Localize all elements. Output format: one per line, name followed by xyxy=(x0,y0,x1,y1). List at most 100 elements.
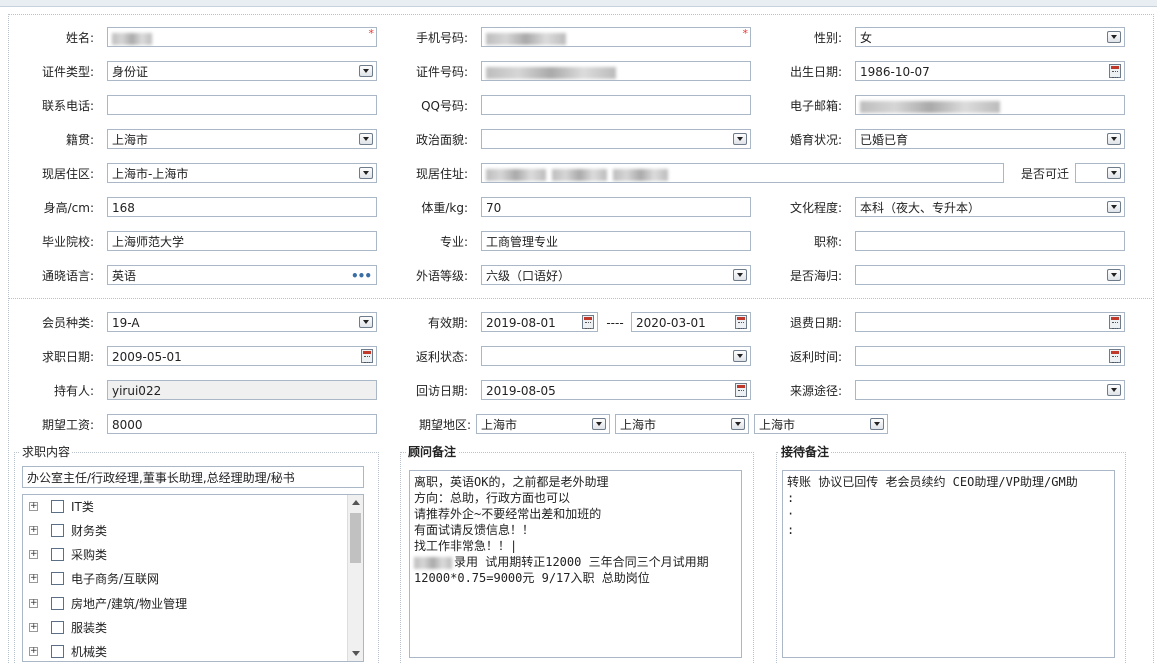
calendar-icon[interactable] xyxy=(735,383,747,397)
overseas-select[interactable] xyxy=(855,265,1125,285)
dropdown-arrow-icon[interactable] xyxy=(733,133,747,145)
name-input[interactable]: * xyxy=(107,27,377,47)
area-select-1[interactable]: 上海市 xyxy=(476,414,610,434)
area-select-2[interactable]: 上海市 xyxy=(615,414,749,434)
idtype-select[interactable]: 身份证 xyxy=(107,61,377,81)
dropdown-arrow-icon[interactable] xyxy=(1107,269,1121,281)
dropdown-arrow-icon[interactable] xyxy=(359,133,373,145)
checkbox[interactable] xyxy=(51,548,64,561)
area-select-3[interactable]: 上海市 xyxy=(754,414,888,434)
residence-select[interactable]: 上海市-上海市 xyxy=(107,163,377,183)
calendar-icon[interactable] xyxy=(1109,315,1121,329)
calendar-icon[interactable] xyxy=(361,349,373,363)
calendar-icon[interactable] xyxy=(1109,64,1121,78)
language-input[interactable]: 英语 ••• xyxy=(107,265,377,285)
source-select[interactable] xyxy=(855,380,1125,400)
education-label: 文化程度: xyxy=(789,201,842,215)
expand-icon[interactable]: + xyxy=(29,574,38,583)
dropdown-arrow-icon[interactable] xyxy=(731,418,745,430)
dropdown-arrow-icon[interactable] xyxy=(1107,31,1121,43)
advisor-notes-textarea[interactable]: 离职，英语OK的，之前都是老外助理 方向：总助，行政方面也可以 请推荐外企~不要经常… xyxy=(409,470,742,658)
salary-input[interactable]: 8000 xyxy=(107,414,377,434)
phone-input[interactable]: * xyxy=(481,27,751,47)
tree-scrollbar[interactable] xyxy=(347,495,363,661)
job-date-input[interactable]: 2009-05-01 xyxy=(107,346,377,366)
major-label: 专业: xyxy=(439,235,468,249)
scroll-up-icon[interactable] xyxy=(352,500,360,505)
dropdown-arrow-icon[interactable] xyxy=(733,350,747,362)
redacted-text xyxy=(613,168,668,181)
visit-date-input[interactable]: 2019-08-05 xyxy=(481,380,751,400)
tel-input[interactable] xyxy=(107,95,377,115)
calendar-icon[interactable] xyxy=(582,315,594,329)
checkbox[interactable] xyxy=(51,621,64,634)
checkbox[interactable] xyxy=(51,572,64,585)
reception-notes-textarea[interactable]: 转账 协议已回传 老会员续约 CEO助理/VP助理/GM助: ·: xyxy=(782,470,1115,658)
dropdown-arrow-icon[interactable] xyxy=(1107,133,1121,145)
idno-input[interactable] xyxy=(481,61,751,81)
calendar-icon[interactable] xyxy=(735,315,747,329)
scroll-thumb[interactable] xyxy=(350,513,361,563)
school-input[interactable]: 上海师范大学 xyxy=(107,231,377,251)
dropdown-arrow-icon[interactable] xyxy=(870,418,884,430)
rebate-time-input[interactable] xyxy=(855,346,1125,366)
foreign-level-select[interactable]: 六级（口语好） xyxy=(481,265,751,285)
dropdown-arrow-icon[interactable] xyxy=(733,269,747,281)
dropdown-arrow-icon[interactable] xyxy=(592,418,606,430)
major-input[interactable]: 工商管理专业 xyxy=(481,231,751,251)
dropdown-arrow-icon[interactable] xyxy=(1107,167,1121,179)
valid-to-input[interactable]: 2020-03-01 xyxy=(631,312,751,332)
expand-icon[interactable]: + xyxy=(29,550,38,559)
redacted-text xyxy=(860,100,1000,113)
dropdown-arrow-icon[interactable] xyxy=(1107,201,1121,213)
name-label: 姓名: xyxy=(65,31,94,45)
dropdown-arrow-icon[interactable] xyxy=(1107,384,1121,396)
checkbox[interactable] xyxy=(51,500,64,513)
expand-icon[interactable]: + xyxy=(29,647,38,656)
marital-select[interactable]: 已婚已育 xyxy=(855,129,1125,149)
relocate-select[interactable] xyxy=(1075,163,1125,183)
checkbox[interactable] xyxy=(51,597,64,610)
refund-date-input[interactable] xyxy=(855,312,1125,332)
expand-icon[interactable]: + xyxy=(29,623,38,632)
native-label: 籍贯: xyxy=(65,133,94,147)
birth-date-input[interactable]: 1986-10-07 xyxy=(855,61,1125,81)
job-title-input[interactable] xyxy=(855,231,1125,251)
member-type-select[interactable]: 19-A xyxy=(107,312,377,332)
date-range-separator: ---- xyxy=(606,316,624,330)
checkbox[interactable] xyxy=(51,645,64,658)
idtype-label: 证件类型: xyxy=(41,65,94,79)
address-input[interactable] xyxy=(481,163,1004,183)
height-label: 身高/cm: xyxy=(43,201,94,215)
holder-label: 持有人: xyxy=(53,384,94,398)
dropdown-arrow-icon[interactable] xyxy=(359,316,373,328)
email-input[interactable] xyxy=(855,95,1125,115)
rebate-status-select[interactable] xyxy=(481,346,751,366)
height-input[interactable]: 168 xyxy=(107,197,377,217)
valid-from-input[interactable]: 2019-08-01 xyxy=(481,312,598,332)
calendar-icon[interactable] xyxy=(1109,349,1121,363)
job-summary-input[interactable]: 办公室主任/行政经理,董事长助理,总经理助理/秘书 xyxy=(22,466,364,488)
dropdown-arrow-icon[interactable] xyxy=(359,65,373,77)
checkbox[interactable] xyxy=(51,524,64,537)
education-select[interactable]: 本科（夜大、专升本） xyxy=(855,197,1125,217)
member-type-label: 会员种类: xyxy=(41,316,94,330)
weight-label: 体重/kg: xyxy=(421,201,468,215)
residence-label: 现居住区: xyxy=(41,167,94,181)
more-options-icon[interactable]: ••• xyxy=(351,266,372,284)
gender-select[interactable]: 女 xyxy=(855,27,1125,47)
job-category-tree[interactable]: + IT类 + 财务类 + 采购类 + 电子商务/互联网 + 房地产/建筑/物业管理 + 服… xyxy=(22,494,364,662)
expand-icon[interactable]: + xyxy=(29,526,38,535)
job-content-label: 求职内容 xyxy=(20,445,73,459)
qq-input[interactable] xyxy=(481,95,751,115)
expand-icon[interactable]: + xyxy=(29,599,38,608)
scroll-down-icon[interactable] xyxy=(352,651,360,656)
dropdown-arrow-icon[interactable] xyxy=(359,167,373,179)
political-label: 政治面貌: xyxy=(415,133,468,147)
political-select[interactable] xyxy=(481,129,751,149)
expand-icon[interactable]: + xyxy=(29,502,38,511)
advisor-notes-label: 顾问备注 xyxy=(406,445,459,459)
weight-input[interactable]: 70 xyxy=(481,197,751,217)
native-select[interactable]: 上海市 xyxy=(107,129,377,149)
required-marker: * xyxy=(742,27,749,40)
